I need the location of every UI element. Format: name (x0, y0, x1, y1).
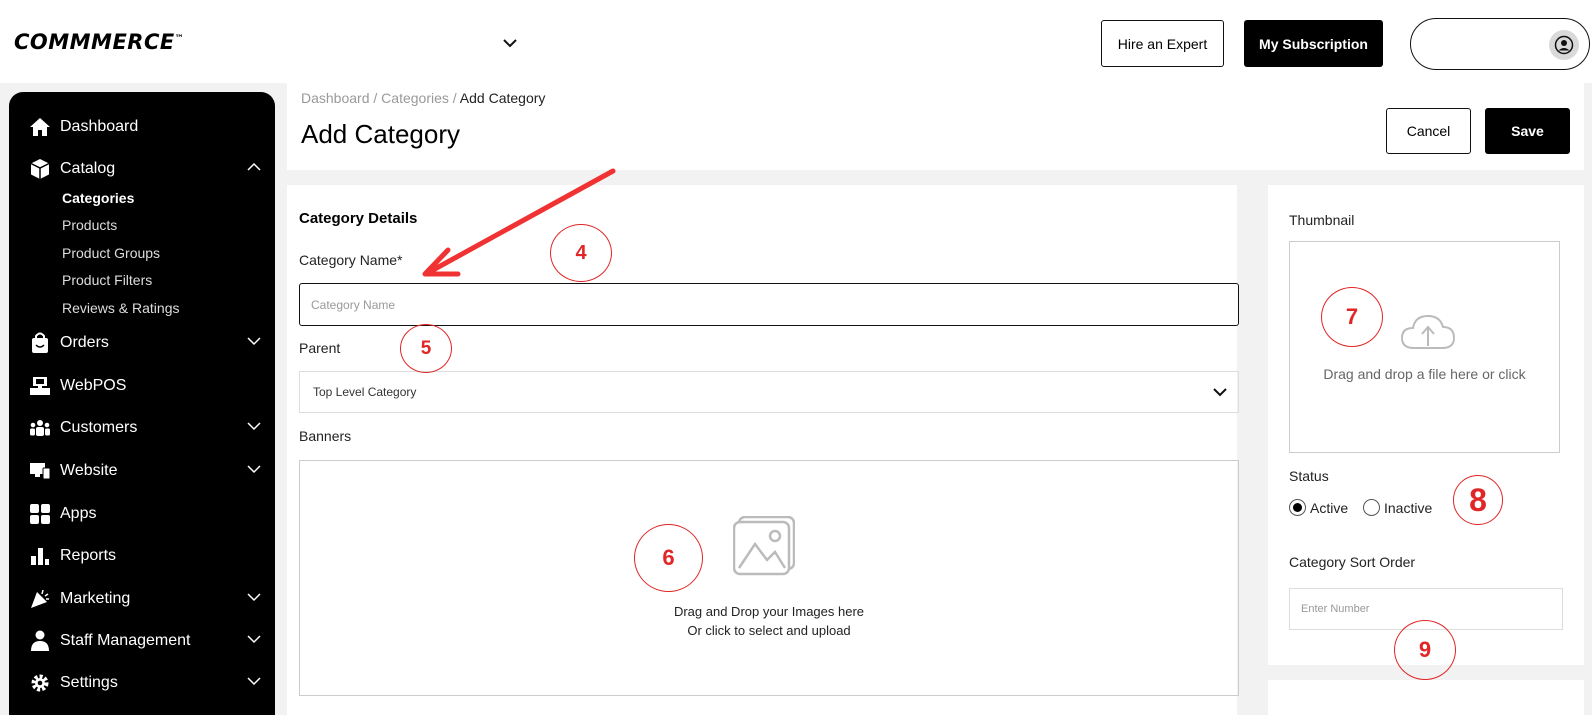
page-title: Add Category (301, 119, 460, 149)
parent-label: Parent (299, 340, 341, 356)
chevron-down-icon (1213, 388, 1227, 397)
banner-upload-text: Or click to select and upload (687, 623, 851, 638)
status-label: Status (1289, 468, 1329, 484)
shopping-bag-icon (29, 332, 51, 354)
cloud-upload-icon (1400, 314, 1456, 349)
gear-icon (29, 672, 51, 694)
sidebar-item-catalog[interactable]: Catalog (29, 158, 261, 180)
apps-grid-icon (29, 503, 51, 525)
chevron-down-icon (247, 465, 261, 474)
category-name-input[interactable] (299, 283, 1239, 326)
page-header: Dashboard / Categories / Add Category Ad… (287, 83, 1584, 170)
home-icon (29, 116, 51, 138)
sidebar-item-label: Orders (60, 334, 109, 351)
sidebar-item-dashboard[interactable]: Dashboard (29, 116, 261, 138)
sidebar-item-label: Customers (60, 419, 138, 436)
logo-tm: ™ (174, 34, 185, 44)
image-placeholder-icon (733, 516, 795, 576)
sidebar-item-label: Apps (60, 505, 97, 522)
annotation-marker-4: 4 (550, 224, 612, 282)
banner-drop-text: Drag and Drop your Images here (673, 604, 865, 619)
sidebar-item-webpos[interactable]: WebPOS (29, 375, 261, 397)
sidebar-subitem-reviews-ratings[interactable]: Reviews & Ratings (62, 300, 180, 316)
box-icon (29, 158, 51, 180)
sidebar-item-orders[interactable]: Orders (29, 332, 261, 354)
banner-dropzone[interactable]: Drag and Drop your Images here Or click … (299, 460, 1239, 696)
monitor-icon (29, 460, 51, 482)
breadcrumb: Dashboard / Categories / Add Category (301, 90, 545, 106)
sidebar-item-website[interactable]: Website (29, 460, 261, 482)
sidebar-subitem-product-groups[interactable]: Product Groups (62, 245, 160, 261)
status-active-radio[interactable] (1289, 499, 1306, 516)
sidebar-item-label: Website (60, 462, 118, 479)
annotation-marker-5: 5 (400, 324, 452, 373)
hire-expert-button[interactable]: Hire an Expert (1101, 20, 1224, 67)
cancel-button[interactable]: Cancel (1386, 108, 1471, 154)
sidebar-subitem-products[interactable]: Products (62, 217, 117, 233)
annotation-marker-8: 8 (1453, 475, 1503, 525)
sidebar-subitem-categories[interactable]: Categories (62, 190, 134, 206)
banners-label: Banners (299, 428, 352, 444)
annotation-marker-6: 6 (634, 524, 703, 592)
store-chevron-down-icon[interactable] (502, 36, 518, 50)
sidebar-item-label: Reports (60, 547, 117, 564)
annotation-marker-9: 9 (1394, 620, 1456, 680)
sidebar-item-settings[interactable]: Settings (29, 672, 261, 694)
sidebar-item-label: Dashboard (60, 118, 139, 135)
status-active-label[interactable]: Active (1310, 500, 1348, 516)
logo-text: COMMMERCE (14, 30, 175, 54)
avatar-icon[interactable] (1549, 30, 1579, 60)
thumbnail-label: Thumbnail (1289, 212, 1355, 228)
thumbnail-dropzone[interactable]: Drag and drop a file here or click (1289, 241, 1560, 453)
my-subscription-button[interactable]: My Subscription (1244, 20, 1383, 67)
sidebar-item-reports[interactable]: Reports (29, 545, 261, 567)
sidebar: Dashboard Catalog Categories Products Pr… (9, 92, 275, 715)
annotation-marker-7: 7 (1321, 287, 1383, 347)
sidebar-item-marketing[interactable]: Marketing (29, 588, 261, 610)
parent-selected-value: Top Level Category (313, 385, 417, 399)
save-button[interactable]: Save (1485, 108, 1570, 154)
category-details-card: Category Details Category Name* Parent T… (287, 185, 1239, 715)
chevron-down-icon (247, 593, 261, 602)
users-icon (29, 417, 51, 439)
sidebar-subitem-product-filters[interactable]: Product Filters (62, 272, 152, 288)
bar-chart-icon (29, 545, 51, 567)
sidebar-item-label: WebPOS (60, 377, 127, 394)
megaphone-icon (29, 588, 51, 610)
sidebar-item-label: Staff Management (60, 632, 191, 649)
sidebar-item-label: Marketing (60, 590, 131, 607)
breadcrumb-separator: / (448, 90, 460, 106)
breadcrumb-separator: / (369, 90, 382, 106)
chevron-down-icon (247, 422, 261, 431)
section-title: Category Details (299, 210, 418, 227)
breadcrumb-dashboard[interactable]: Dashboard (301, 90, 370, 106)
pos-icon (29, 375, 51, 397)
sidebar-item-label: Settings (60, 674, 118, 691)
chevron-up-icon (247, 162, 261, 171)
parent-select[interactable]: Top Level Category (299, 371, 1239, 413)
status-inactive-radio[interactable] (1363, 499, 1380, 516)
sidebar-item-apps[interactable]: Apps (29, 503, 261, 525)
breadcrumb-categories[interactable]: Categories (381, 90, 449, 106)
category-name-label: Category Name* (299, 252, 403, 268)
status-inactive-label[interactable]: Inactive (1384, 500, 1432, 516)
sidebar-item-label: Catalog (60, 160, 116, 177)
chevron-down-icon (247, 677, 261, 686)
staff-icon (29, 630, 51, 652)
sidebar-item-customers[interactable]: Customers (29, 417, 261, 439)
sidebar-item-staff-management[interactable]: Staff Management (29, 630, 261, 652)
breadcrumb-current: Add Category (459, 90, 546, 106)
sort-order-label: Category Sort Order (1289, 554, 1416, 570)
top-bar: COMMMERCE™ Hire an Expert My Subscriptio… (0, 0, 1592, 83)
user-menu[interactable] (1410, 18, 1590, 70)
chevron-down-icon (247, 635, 261, 644)
thumbnail-status-card: Thumbnail Drag and drop a file here or c… (1268, 185, 1584, 665)
chevron-down-icon (247, 337, 261, 346)
secondary-side-card (1268, 680, 1584, 715)
logo[interactable]: COMMMERCE™ (14, 30, 184, 54)
thumbnail-drop-text: Drag and drop a file here or click (1323, 366, 1526, 382)
